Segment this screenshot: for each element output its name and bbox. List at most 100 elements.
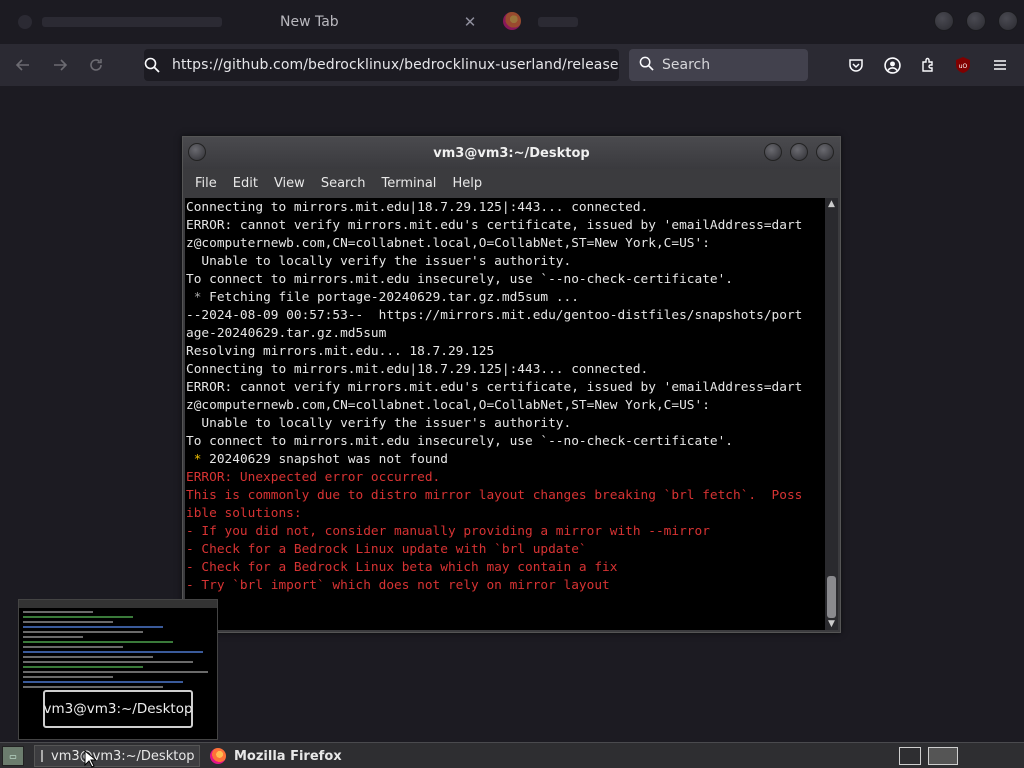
- preview-menubar: [19, 600, 217, 608]
- terminal-line: Resolving mirrors.mit.edu... 18.7.29.125: [186, 344, 495, 359]
- firefox-tab-icon[interactable]: [503, 12, 521, 30]
- preview-line: [23, 626, 163, 628]
- preview-line: [23, 621, 113, 623]
- reload-button[interactable]: [83, 52, 109, 78]
- scroll-thumb[interactable]: [827, 576, 836, 618]
- menu-help[interactable]: Help: [444, 176, 490, 191]
- tab-label: New Tab: [280, 14, 339, 30]
- terminal-title: vm3@vm3:~/Desktop: [433, 145, 590, 161]
- menu-search[interactable]: Search: [313, 176, 374, 191]
- terminal-output[interactable]: Connecting to mirrors.mit.edu|18.7.29.12…: [185, 198, 826, 630]
- menu-icon[interactable]: [989, 54, 1011, 76]
- preview-line: [23, 671, 208, 673]
- terminal-line: - Check for a Bedrock Linux beta which m…: [186, 560, 618, 575]
- maximize-button[interactable]: [790, 143, 808, 161]
- account-icon[interactable]: [881, 54, 903, 76]
- preview-line: [23, 631, 143, 633]
- menu-view[interactable]: View: [266, 176, 313, 191]
- terminal-line: * Fetching file portage-20240629.tar.gz.…: [193, 290, 579, 305]
- tab-close-icon[interactable]: ✕: [462, 14, 478, 30]
- terminal-line: z@computernewb.com,CN=collabnet.local,O=…: [186, 236, 710, 251]
- scroll-up-icon[interactable]: ▲: [825, 198, 838, 210]
- search-bar[interactable]: Search: [629, 49, 808, 81]
- forward-button[interactable]: [47, 52, 73, 78]
- url-bar[interactable]: https://github.com/bedrocklinux/bedrockl…: [144, 49, 619, 81]
- workspace-2[interactable]: [928, 747, 958, 765]
- terminal-icon: [41, 750, 43, 762]
- close-button[interactable]: [816, 143, 834, 161]
- terminal-line: ERROR: cannot verify mirrors.mit.edu's c…: [186, 380, 803, 395]
- minimize-button[interactable]: [934, 11, 954, 31]
- preview-line: [23, 686, 163, 688]
- pocket-icon[interactable]: [845, 54, 867, 76]
- taskbar: ▭ vm3@vm3:~/Desktop Mozilla Firefox: [0, 742, 1024, 768]
- preview-line: [23, 636, 83, 638]
- preview-line: [23, 676, 113, 678]
- tab-background-2[interactable]: [528, 6, 588, 38]
- terminal-line: ible solutions:: [186, 506, 302, 521]
- terminal-line: Connecting to mirrors.mit.edu|18.7.29.12…: [186, 362, 649, 377]
- menu-file[interactable]: File: [187, 176, 225, 191]
- preview-line: [23, 681, 183, 683]
- preview-line: [23, 656, 153, 658]
- terminal-line: Connecting to mirrors.mit.edu|18.7.29.12…: [186, 200, 649, 215]
- terminal-line: - Check for a Bedrock Linux update with …: [186, 542, 587, 557]
- tab-favicon: [18, 15, 32, 29]
- tab-background-1[interactable]: [8, 6, 248, 38]
- taskbar-tooltip: vm3@vm3:~/Desktop: [43, 690, 193, 728]
- tab-new-tab[interactable]: New Tab ✕: [262, 4, 492, 40]
- back-button[interactable]: [10, 52, 36, 78]
- search-icon: [639, 56, 654, 75]
- terminal-line: Unable to locally verify the issuer's au…: [186, 416, 572, 431]
- terminal-window[interactable]: vm3@vm3:~/Desktop File Edit View Search …: [182, 136, 841, 633]
- terminal-line: Unable to locally verify the issuer's au…: [186, 254, 572, 269]
- ublock-icon[interactable]: uO: [952, 54, 974, 76]
- close-window-button[interactable]: [998, 11, 1018, 31]
- terminal-line: --2024-08-09 00:57:53-- https://mirrors.…: [186, 308, 803, 323]
- terminal-line: ERROR: cannot verify mirrors.mit.edu's c…: [186, 218, 803, 233]
- maximize-button[interactable]: [966, 11, 986, 31]
- taskbar-item-label: Mozilla Firefox: [234, 748, 342, 764]
- firefox-icon: [210, 748, 226, 764]
- preview-line: [23, 661, 193, 663]
- terminal-line: - Try `brl import` which does not rely o…: [186, 578, 610, 593]
- extensions-icon[interactable]: [917, 54, 939, 76]
- preview-line: [23, 651, 203, 653]
- scroll-down-icon[interactable]: ▼: [825, 618, 838, 630]
- terminal-line: * 20240629 snapshot was not found: [193, 452, 448, 467]
- taskbar-item-firefox[interactable]: Mozilla Firefox: [204, 745, 354, 767]
- preview-line: [23, 666, 143, 668]
- terminal-line: z@computernewb.com,CN=collabnet.local,O=…: [186, 398, 710, 413]
- menu-terminal[interactable]: Terminal: [373, 176, 444, 191]
- terminal-line: To connect to mirrors.mit.edu insecurely…: [186, 272, 734, 287]
- minimize-button[interactable]: [764, 143, 782, 161]
- bullet-star-icon: *: [193, 290, 202, 305]
- bullet-star-icon: *: [193, 452, 202, 467]
- terminal-line: ERROR: Unexpected error occurred.: [186, 470, 441, 485]
- start-menu-button[interactable]: ▭: [2, 746, 24, 766]
- navigation-toolbar: https://github.com/bedrocklinux/bedrockl…: [0, 44, 1024, 86]
- terminal-menubar: File Edit View Search Terminal Help: [183, 169, 840, 198]
- search-placeholder: Search: [662, 57, 711, 73]
- reload-icon: [90, 59, 102, 71]
- preview-line: [23, 616, 133, 618]
- back-arrow-icon: [15, 59, 29, 71]
- menu-edit[interactable]: Edit: [225, 176, 266, 191]
- terminal-line: To connect to mirrors.mit.edu insecurely…: [186, 434, 734, 449]
- svg-text:uO: uO: [959, 63, 968, 70]
- terminal-scrollbar[interactable]: ▲ ▼: [825, 198, 838, 630]
- terminal-titlebar[interactable]: vm3@vm3:~/Desktop: [183, 137, 840, 169]
- window-menu-button[interactable]: [188, 143, 206, 161]
- preview-line: [23, 611, 93, 613]
- forward-arrow-icon: [54, 59, 68, 71]
- tab-title-hidden: [42, 17, 222, 27]
- mouse-cursor-icon: [84, 750, 96, 768]
- terminal-line: This is commonly due to distro mirror la…: [186, 488, 803, 503]
- preview-line: [23, 646, 123, 648]
- taskbar-item-terminal[interactable]: vm3@vm3:~/Desktop: [34, 745, 200, 767]
- workspace-1[interactable]: [899, 747, 921, 765]
- url-text[interactable]: https://github.com/bedrocklinux/bedrockl…: [160, 57, 619, 73]
- tab-bar: New Tab ✕: [0, 0, 1024, 44]
- terminal-line: age-20240629.tar.gz.md5sum: [186, 326, 387, 341]
- search-icon: [144, 57, 160, 73]
